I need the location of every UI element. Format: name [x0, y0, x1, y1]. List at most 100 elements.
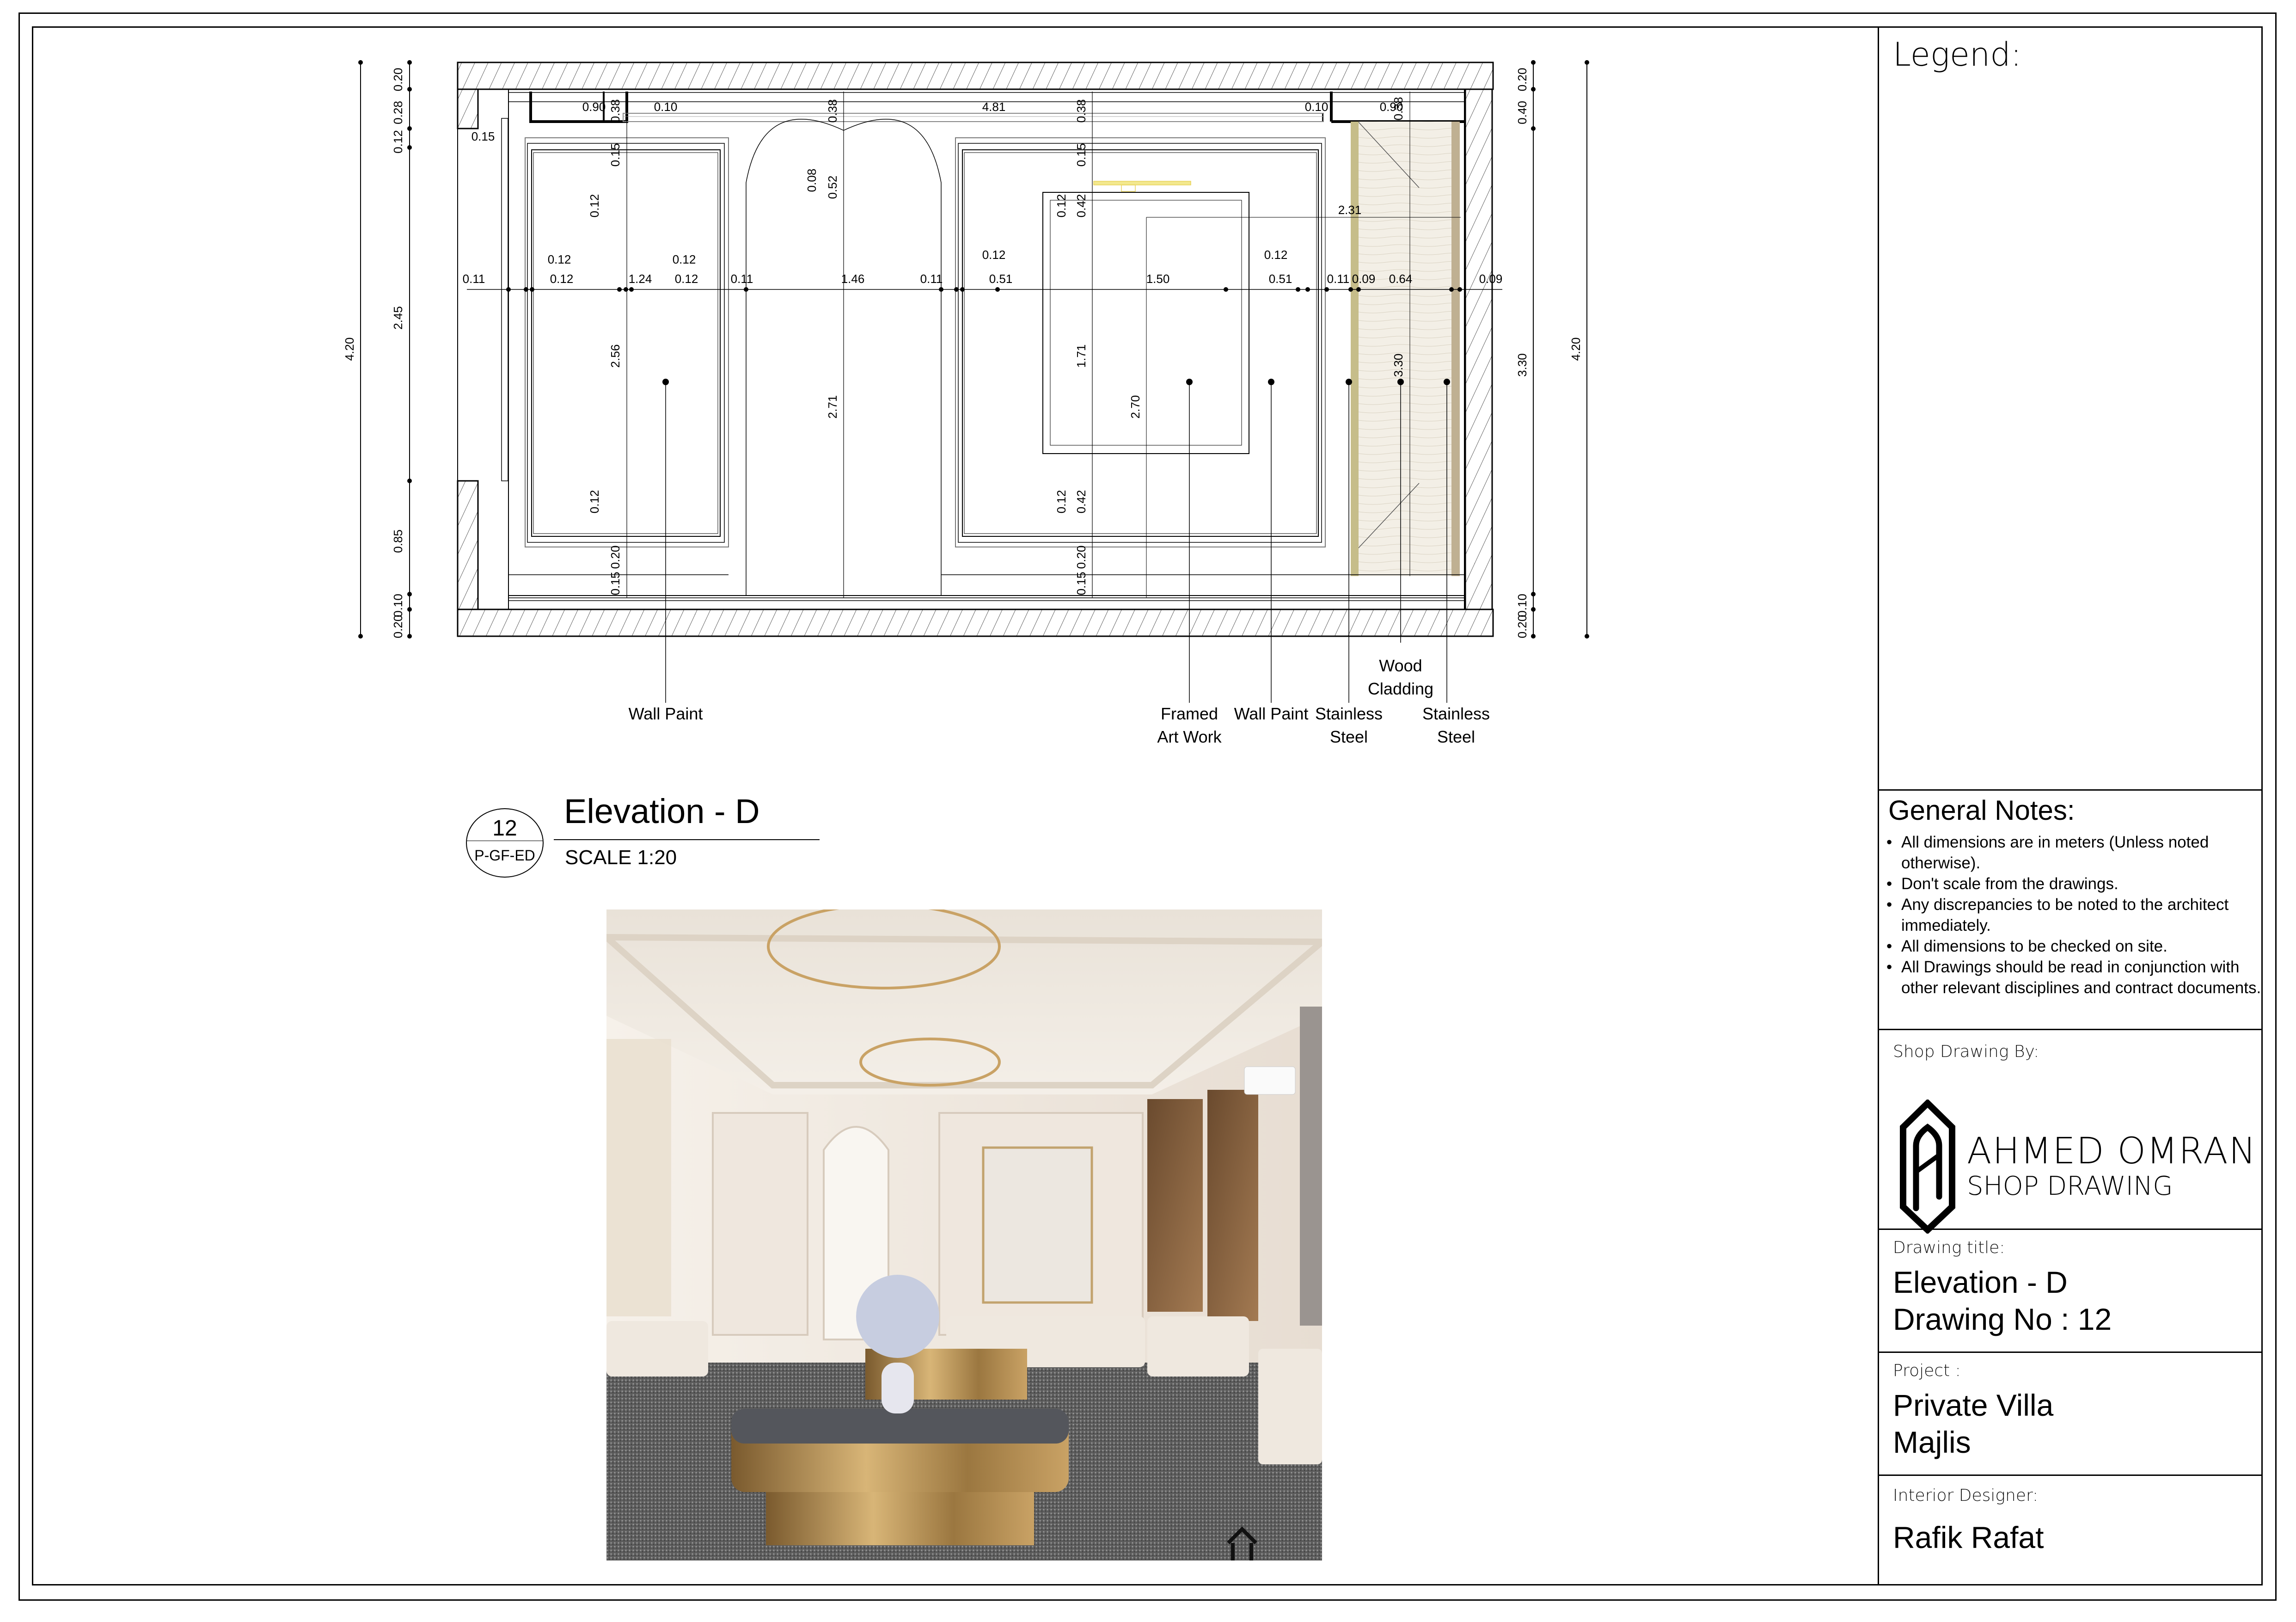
left-dimension-label: 0.20	[391, 615, 405, 639]
ref-code: P-GF-ED	[474, 847, 535, 864]
arch-vertical-label: 0.38	[826, 99, 839, 123]
dimension-tick	[995, 287, 1000, 292]
material-tag-wood-cladding: Cladding	[1368, 679, 1433, 698]
dimension-tick	[407, 479, 412, 483]
horizontal-dimension-label: 0.11	[463, 272, 485, 286]
dimension-tick	[1531, 607, 1536, 612]
dimension-label: 0.10	[1305, 100, 1329, 114]
dimension-tick	[407, 592, 412, 596]
panel-left-vertical-label: 0.20	[608, 546, 622, 569]
right-dimension-label: 0.20	[1515, 68, 1529, 92]
left-wall-bottom	[457, 480, 479, 610]
material-tag-wood-cladding: Wood	[1379, 656, 1422, 675]
interior-render-image: Rafik Rafat Interior&Exterior Architect	[606, 909, 1322, 1561]
molding-offset-label: 0.12	[1264, 248, 1288, 262]
right-dimension-label: 0.40	[1515, 101, 1529, 124]
dimension-tick	[407, 634, 412, 639]
material-leader-dot	[1397, 379, 1404, 385]
framed-art	[1042, 192, 1249, 454]
arch-vertical-label: 2.71	[826, 395, 839, 419]
shop-drawing-label: Shop Drawing By:	[1893, 1042, 2039, 1061]
panel-right-vertical-label: 0.15	[1074, 143, 1088, 167]
left-wall-top	[457, 88, 479, 129]
dimension-tick	[939, 287, 943, 292]
horizontal-dimension-label: 1.24	[629, 272, 652, 286]
dimension-tick	[1356, 287, 1361, 292]
horizontal-dimension-label: 0.51	[1269, 272, 1292, 286]
title-block: Legend: General Notes: All dimensions ar…	[1878, 26, 2263, 1585]
left-dimension-label: 0.10	[391, 594, 405, 617]
dimension-tick	[530, 287, 534, 292]
drawing-number-value: Drawing No : 12	[1893, 1302, 2112, 1336]
dimension-tick	[407, 60, 412, 65]
drawing-title-label: Drawing title:	[1893, 1238, 2005, 1257]
material-tag-stainless-steel-left: Stainless	[1315, 704, 1383, 723]
material-leader-dot	[1186, 379, 1193, 385]
dimension-tick	[1224, 287, 1228, 292]
dimension-tick	[954, 287, 959, 292]
molding-offset-label: 0.12	[982, 248, 1006, 262]
ref-number: 12	[492, 816, 517, 841]
cornice	[623, 113, 1324, 122]
dimension-tick	[624, 287, 628, 292]
brand-subtitle: SHOP DRAWING	[1967, 1171, 2173, 1201]
general-notes-list: All dimensions are in meters (Unless not…	[1884, 832, 2263, 998]
interior-designer-label: Interior Designer:	[1893, 1486, 2039, 1505]
floor-slab	[457, 608, 1494, 637]
material-tag-stainless-steel-right: Steel	[1437, 727, 1475, 746]
panel-right-vertical-label: 0.42	[1074, 194, 1088, 218]
interior-designer-section: Interior Designer: Rafik Rafat	[1879, 1476, 2263, 1585]
general-notes-section: General Notes: All dimensions are in met…	[1879, 791, 2263, 1030]
wall-outline	[508, 89, 1465, 610]
dimension-tick	[358, 634, 363, 639]
material-tag-stainless-steel-left: Steel	[1330, 727, 1368, 746]
horizontal-dimension-label: 0.12	[675, 272, 698, 286]
molding-offset-label: 0.12	[548, 252, 571, 266]
material-tag-wall-paint-right: Wall Paint	[1234, 704, 1309, 723]
dimension-tick	[407, 607, 412, 612]
horizontal-dimension-label: 0.12	[550, 272, 574, 286]
general-notes-title: General Notes:	[1888, 795, 2075, 826]
panel-left-vertical-label: 0.12	[588, 490, 601, 514]
horizontal-dimension-label: 0.11	[731, 272, 753, 286]
horizontal-dimension-label: 0.09	[1479, 272, 1503, 286]
dimension-tick	[407, 145, 412, 150]
left-dimension-label: 0.12	[391, 130, 405, 154]
note-item: All dimensions are in meters (Unless not…	[1886, 832, 2263, 873]
elevation-scale: SCALE 1:20	[565, 846, 677, 869]
note-item: Don't scale from the drawings.	[1886, 873, 2263, 894]
panel-left-vertical-label: 0.15	[608, 572, 622, 596]
project-name-line1: Private Villa	[1893, 1388, 2054, 1422]
material-tag-stainless-steel-right: Stainless	[1422, 704, 1490, 723]
panel-right-vertical-label: 0.38	[1074, 99, 1088, 123]
dimension-tick	[407, 126, 412, 131]
dimension-label: 0.10	[654, 100, 678, 114]
panel-right-vertical-label: 0.12	[1054, 490, 1068, 514]
right-dimension-label: 0.10	[1515, 594, 1529, 617]
left-dimension-label: 0.85	[391, 529, 405, 553]
material-leader-dot	[662, 379, 669, 385]
picture-light	[1093, 181, 1191, 185]
dimension-tick	[744, 287, 748, 292]
drawing-title-value: Elevation - D	[1893, 1265, 2068, 1299]
right-wall	[1464, 88, 1493, 610]
panel-left-vertical-label: 0.12	[588, 194, 601, 218]
horizontal-dimension-label: 1.50	[1146, 272, 1170, 286]
horizontal-dimension-label: 0.51	[989, 272, 1013, 286]
dimension-label: 0.15	[471, 129, 495, 143]
right-dimension-label: 0.20	[1515, 615, 1529, 639]
dimension-tick	[629, 287, 634, 292]
dimension-tick	[1305, 287, 1310, 292]
render-ac-unit	[1244, 1066, 1296, 1095]
material-leader-dot	[1346, 379, 1352, 385]
material-tag-wall-paint-left: Wall Paint	[629, 704, 703, 723]
brand-name: AHMED OMRAN	[1967, 1130, 2257, 1172]
material-tag-framed-art-work: Art Work	[1157, 727, 1222, 746]
left-dimension-label: 0.28	[391, 101, 405, 124]
dimension-tick	[358, 60, 363, 65]
interior-designer-name: Rafik Rafat	[1893, 1520, 2044, 1554]
dimension-tick	[524, 287, 528, 292]
elevation-drawing: 0.200.280.122.450.850.100.204.200.200.40…	[343, 60, 1589, 746]
note-item: Any discrepancies to be noted to the arc…	[1886, 894, 2263, 936]
dimension-tick	[617, 287, 622, 292]
